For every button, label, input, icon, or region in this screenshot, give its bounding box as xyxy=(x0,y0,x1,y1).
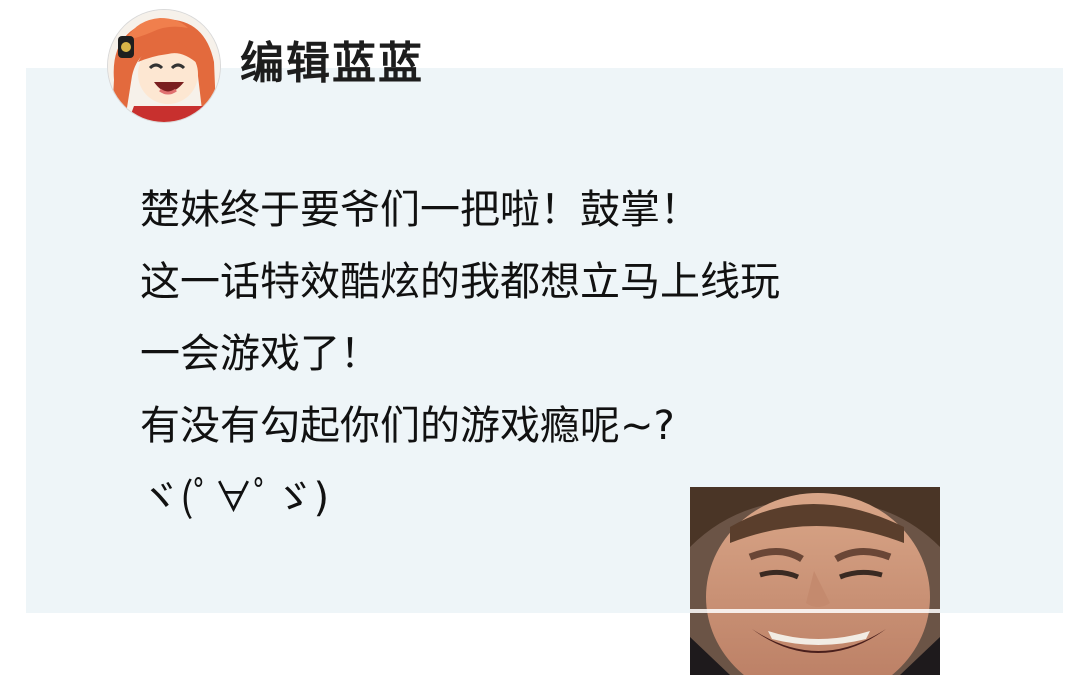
post-line: 一会游戏了！ xyxy=(140,331,380,377)
reaction-image xyxy=(690,487,940,675)
grinning-man-meme-icon xyxy=(690,487,940,675)
post-text: 楚妹终于要爷们一把啦！鼓掌！ 这一话特效酷炫的我都想立马上线玩 一会游戏了！ 有… xyxy=(140,174,960,534)
post-line: 楚妹终于要爷们一把啦！鼓掌！ xyxy=(140,187,700,233)
post-line: 有没有勾起你们的游戏瘾呢~? xyxy=(140,403,675,449)
author-avatar[interactable] xyxy=(108,10,220,122)
avatar-cartoon-girl-icon xyxy=(108,10,220,122)
post-line: 这一话特效酷炫的我都想立马上线玩 xyxy=(140,259,780,305)
author-name[interactable]: 编辑蓝蓝 xyxy=(240,34,424,94)
